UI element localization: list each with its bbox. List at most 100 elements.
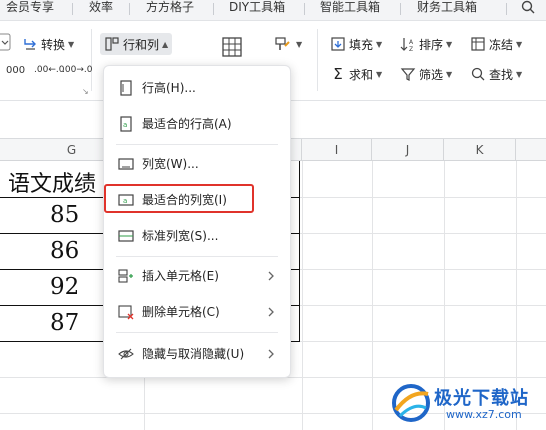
cell-value: 85	[50, 202, 80, 228]
row-height-icon	[120, 80, 132, 96]
increase-decimal-label: .00←.0	[34, 65, 65, 75]
format-brush-icon	[275, 37, 290, 50]
cell-value: 92	[50, 274, 80, 300]
column-header-j[interactable]: J	[372, 139, 444, 161]
tab-divider	[72, 3, 73, 15]
cell-value: 87	[50, 310, 80, 336]
tab-efficiency[interactable]: 效率	[89, 0, 113, 20]
tab-divider	[129, 3, 130, 15]
insert-cells-icon	[118, 269, 133, 283]
fill-label: 填充	[349, 37, 374, 52]
menu-item-insert-cells[interactable]: 插入单元格(E)	[104, 262, 290, 290]
format-painter-button[interactable]: ▼	[274, 33, 302, 55]
menu-item-delete-cells[interactable]: 删除单元格(C)	[104, 298, 290, 326]
autofit-row-height-icon: a	[120, 116, 132, 132]
svg-text:a: a	[123, 121, 127, 129]
sum-label: 求和	[349, 67, 374, 82]
ribbon-divider	[91, 29, 92, 91]
chevron-right-icon	[268, 349, 274, 359]
tab-divider	[506, 3, 507, 15]
menu-item-label: 插入单元格(E)	[142, 269, 219, 283]
chevron-down-icon: ▼	[376, 39, 383, 49]
freeze-label: 冻结	[489, 37, 514, 52]
svg-text:A: A	[409, 39, 414, 46]
rows-columns-icon	[105, 37, 119, 51]
search-icon[interactable]	[520, 0, 536, 16]
decrease-decimal-label: .00→.0	[62, 65, 93, 75]
sum-icon: Σ	[333, 65, 343, 83]
chevron-down-icon: ▼	[516, 39, 523, 49]
column-header-i[interactable]: I	[302, 139, 372, 161]
chevron-down-icon: ▼	[296, 39, 303, 49]
cell-value: 86	[50, 238, 80, 264]
fill-button[interactable]: 填充 ▼	[330, 33, 382, 55]
convert-icon	[24, 39, 36, 50]
number-format-button[interactable]: 000	[6, 66, 32, 88]
rows-and-columns-label: 行和列	[123, 37, 160, 52]
partial-dropdown-icon[interactable]	[0, 32, 12, 52]
convert-button[interactable]: 转换 ▼	[22, 33, 74, 55]
filter-icon	[400, 68, 416, 81]
ribbon-divider	[317, 29, 318, 91]
menu-item-label: 列宽(W)...	[142, 157, 199, 171]
convert-label: 转换	[41, 37, 66, 52]
menu-item-column-width[interactable]: 列宽(W)...	[104, 150, 290, 178]
watermark-logo: 极光下载站 www.xz7.com	[388, 378, 546, 430]
worksheet-icon[interactable]	[221, 36, 243, 58]
standard-column-width-icon	[118, 230, 134, 242]
tab-divider	[400, 3, 401, 15]
rows-and-columns-menu: 行高(H)... a 最适合的行高(A) 列宽(W)... a 最适合的列宽(I…	[103, 65, 291, 378]
menu-item-label: 最适合的行高(A)	[142, 117, 232, 131]
watermark-name: 极光下载站	[434, 388, 529, 409]
watermark-url: www.xz7.com	[446, 408, 522, 421]
column-header-k[interactable]: K	[444, 139, 516, 161]
find-button[interactable]: 查找 ▼	[470, 63, 522, 85]
dialog-launcher-icon[interactable]: ↘	[82, 87, 89, 96]
sort-button[interactable]: A Z 排序 ▼	[400, 33, 452, 55]
freeze-button[interactable]: 冻结 ▼	[470, 33, 522, 55]
grid-line	[302, 161, 303, 430]
freeze-panes-icon	[471, 37, 485, 51]
svg-text:Z: Z	[409, 46, 413, 52]
aurora-logo-icon	[392, 384, 430, 422]
ribbon-tab-bar: 会员专享 效率 方方格子 DIY工具箱 智能工具箱 财务工具箱	[0, 0, 546, 21]
menu-item-standard-column-width[interactable]: 标准列宽(S)...	[104, 222, 290, 250]
menu-item-row-height[interactable]: 行高(H)...	[104, 74, 290, 102]
decrease-decimal-button[interactable]: .00→.0	[62, 66, 92, 88]
tab-diy-toolbox[interactable]: DIY工具箱	[229, 0, 285, 20]
highlight-box	[104, 184, 254, 213]
chevron-down-icon: ▼	[446, 39, 453, 49]
menu-item-label: 隐藏与取消隐藏(U)	[142, 347, 245, 361]
menu-item-autofit-row-height[interactable]: a 最适合的行高(A)	[104, 110, 290, 138]
menu-item-label: 行高(H)...	[142, 81, 196, 95]
sum-button[interactable]: Σ 求和 ▼	[330, 63, 382, 85]
menu-item-hide-unhide[interactable]: 隐藏与取消隐藏(U)	[104, 340, 290, 368]
delete-cells-icon	[118, 305, 134, 320]
grid-line	[372, 161, 373, 430]
chevron-down-icon: ▼	[446, 69, 453, 79]
fill-icon	[331, 37, 345, 51]
chevron-up-icon: ▲	[162, 39, 169, 49]
sort-icon: A Z	[400, 38, 414, 52]
filter-button[interactable]: 筛选 ▼	[400, 63, 452, 85]
increase-decimal-button[interactable]: .00←.0	[34, 66, 64, 88]
rows-and-columns-button[interactable]: 行和列 ▲	[100, 33, 173, 55]
menu-divider	[116, 256, 278, 257]
tab-member[interactable]: 会员专享	[6, 0, 54, 20]
sort-label: 排序	[419, 37, 444, 52]
hide-unhide-icon	[118, 348, 134, 360]
chevron-down-icon: ▼	[376, 69, 383, 79]
filter-label: 筛选	[419, 67, 444, 82]
chevron-down-icon: ▼	[516, 69, 523, 79]
number-format-label: 000	[6, 65, 26, 76]
tab-fangfang[interactable]: 方方格子	[146, 0, 194, 20]
tab-divider	[213, 3, 214, 15]
menu-divider	[116, 332, 278, 333]
tab-smart-toolbox[interactable]: 智能工具箱	[320, 0, 380, 20]
menu-divider	[116, 144, 278, 145]
find-label: 查找	[489, 67, 514, 82]
menu-item-label: 标准列宽(S)...	[142, 229, 219, 243]
cell-header-text: 语文成绩	[8, 172, 97, 197]
find-icon	[471, 67, 485, 81]
tab-finance-toolbox[interactable]: 财务工具箱	[417, 0, 477, 20]
